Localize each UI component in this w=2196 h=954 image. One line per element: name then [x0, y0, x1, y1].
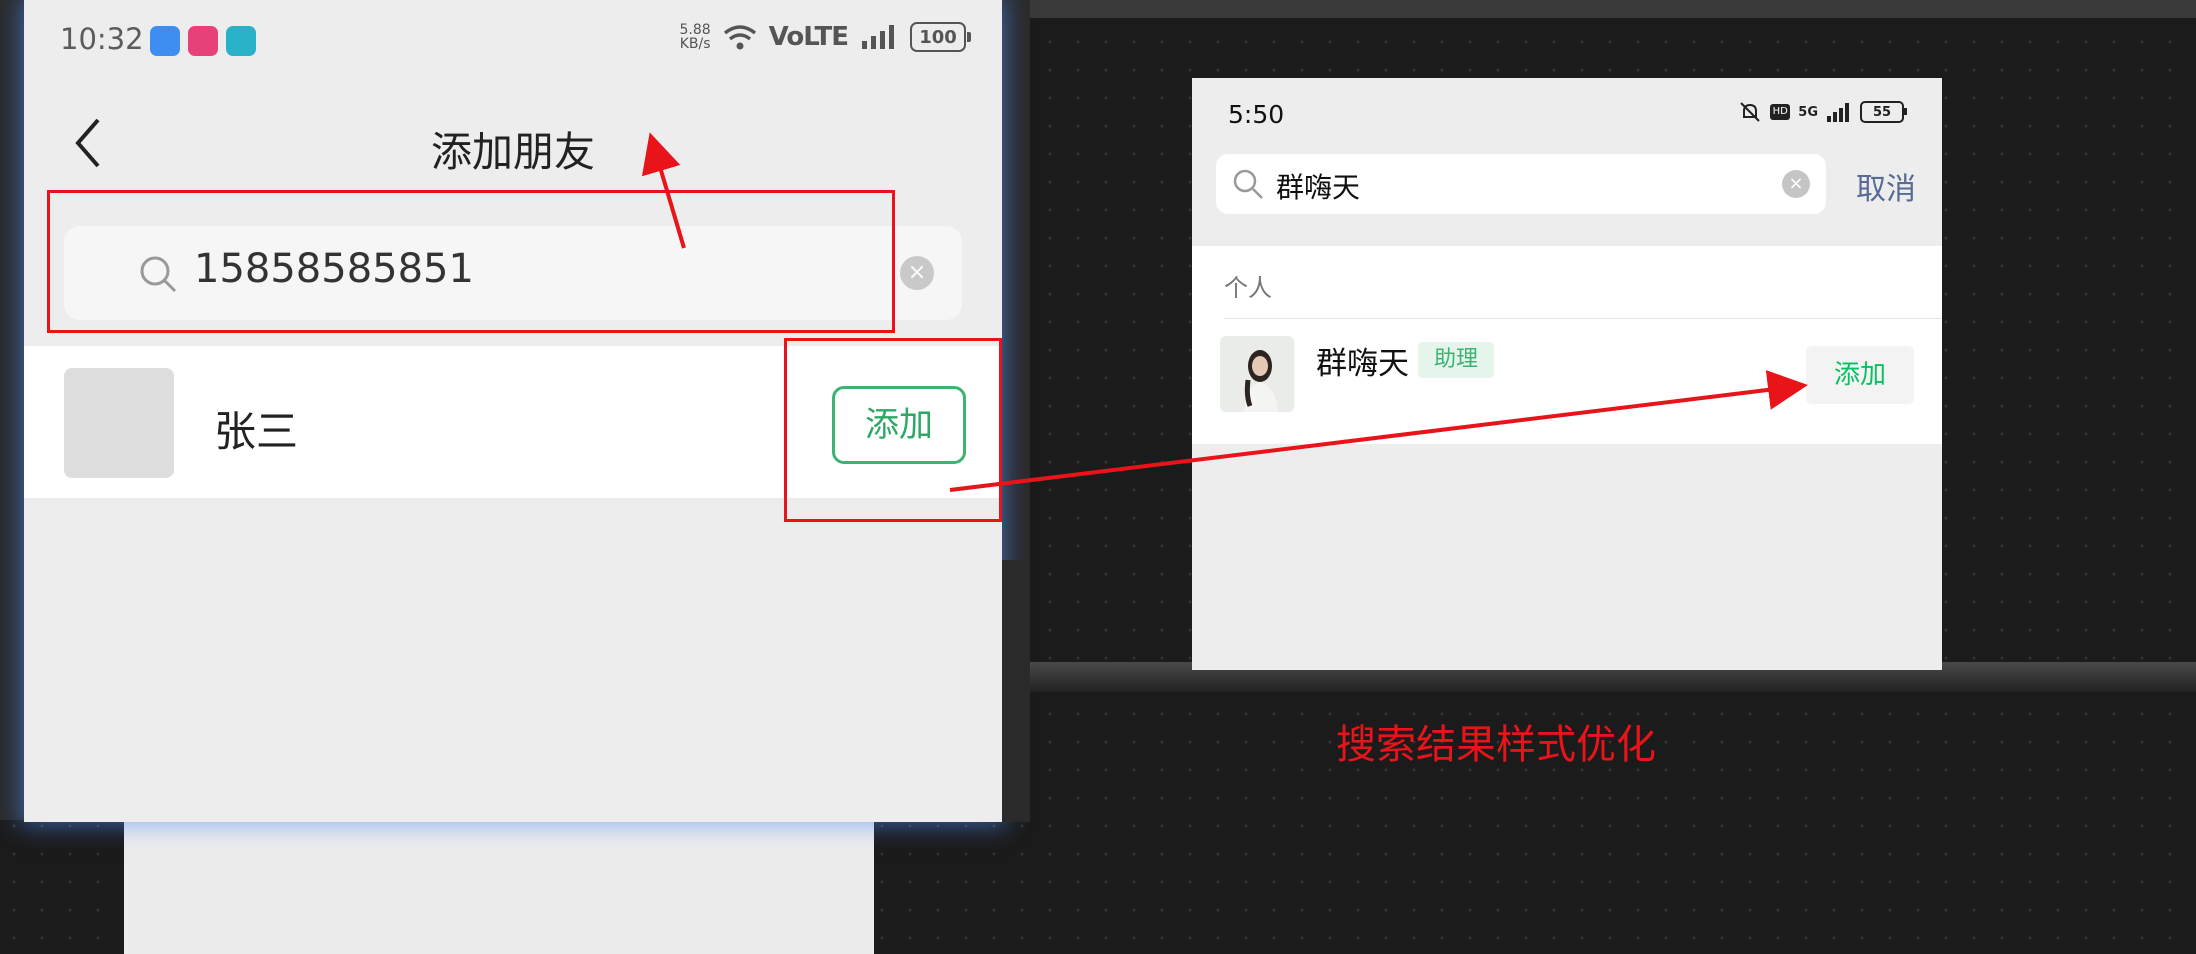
add-friend-button[interactable]: 添加	[1806, 346, 1914, 404]
status-time: 5:50	[1228, 100, 1285, 129]
results-section: 个人 群嗨天 助理 添加	[1192, 246, 1942, 444]
signal-icon	[862, 25, 894, 49]
canvas-top-strip	[1030, 0, 2196, 18]
battery-icon: 55	[1860, 101, 1907, 123]
clear-icon[interactable]: ×	[1782, 170, 1810, 198]
volte-label: VoLTE	[768, 22, 849, 52]
avatar	[64, 368, 174, 478]
hd-icon: HD	[1770, 104, 1791, 120]
battery-icon: 100	[910, 22, 971, 52]
section-label: 个人	[1224, 274, 1272, 302]
signal-icon	[1827, 103, 1849, 122]
search-query: 群嗨天	[1276, 171, 1361, 204]
status-time: 10:32	[60, 22, 144, 56]
background-window-edge	[1002, 560, 1030, 822]
clear-icon[interactable]: ×	[900, 256, 934, 290]
new-design-screenshot: 5:50 HD 5G 55 群嗨天 × 取消 个人 群嗨天 助理 添加	[1192, 78, 1942, 670]
highlight-box-add-button	[784, 338, 1002, 522]
status-indicators: HD 5G 55	[1738, 100, 1907, 124]
page-title: 添加朋友	[431, 128, 595, 176]
assistant-badge: 助理	[1418, 342, 1494, 378]
divider	[1224, 318, 1942, 319]
contact-name: 张三	[214, 407, 299, 456]
usb-notification-icon	[226, 26, 256, 56]
network-label: 5G	[1798, 104, 1818, 120]
wifi-icon	[723, 25, 756, 50]
network-speed: 5.88 KB/s	[679, 22, 711, 52]
contact-name: 群嗨天	[1316, 346, 1409, 382]
background-panel	[124, 810, 874, 954]
search-icon	[1233, 169, 1263, 199]
search-input[interactable]: 群嗨天 ×	[1216, 154, 1826, 214]
annotation-note: 搜索结果样式优化	[1336, 722, 1656, 768]
status-indicators: 5.88 KB/s VoLTE 100	[679, 22, 971, 52]
highlight-box-search	[47, 190, 895, 333]
app-notification-icon	[150, 26, 180, 56]
avatar-photo	[1220, 336, 1294, 412]
bell-muted-icon	[1740, 102, 1760, 122]
avatar	[1220, 336, 1294, 412]
app-notification-icon	[188, 26, 218, 56]
cancel-button[interactable]: 取消	[1856, 164, 1916, 208]
